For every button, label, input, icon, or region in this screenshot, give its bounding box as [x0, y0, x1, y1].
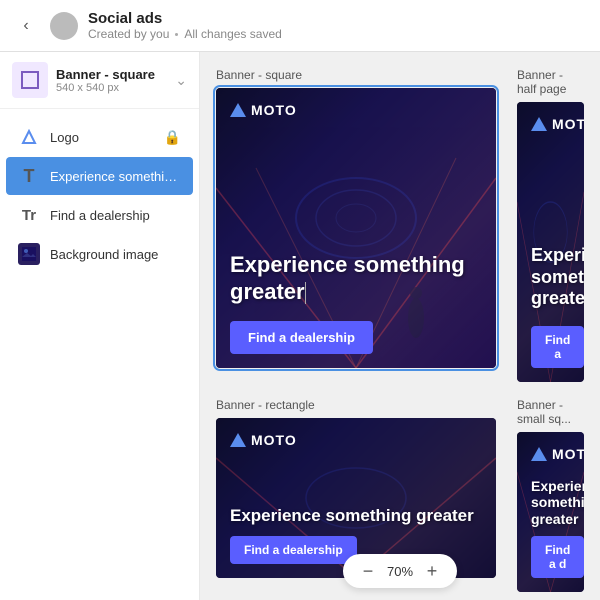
sidebar-label-experience: Experience something...: [50, 169, 181, 184]
chevron-down-icon: ⌄: [175, 72, 187, 89]
banner-label-square: Banner - square: [216, 68, 501, 82]
banner-headline-half: Experiencesomethinggreater: [531, 245, 570, 310]
banner-preview-half[interactable]: MOTO Experiencesomethinggreater Find a: [517, 102, 584, 382]
zoom-level: 70%: [387, 564, 413, 579]
banner-headline-square[interactable]: Experience something greater: [230, 252, 482, 305]
moto-text-rect: MOTO: [251, 432, 297, 448]
lock-icon: 🔒: [164, 129, 181, 146]
page-title: Social ads: [88, 10, 282, 27]
sidebar-item-background[interactable]: Background image: [6, 235, 193, 273]
banner-card-small: Banner - small sq... MOTO: [517, 398, 584, 592]
format-size: 540 x 540 px: [56, 82, 167, 94]
sidebar-label-bg: Background image: [50, 247, 181, 262]
moto-text: MOTO: [251, 102, 297, 118]
page-subtitle: Created by you All changes saved: [88, 27, 282, 41]
canvas-area: Banner - square: [200, 52, 600, 600]
find-dealership-button-small[interactable]: Find a d: [531, 536, 584, 578]
top-bar: ‹ Social ads Created by you All changes …: [0, 0, 600, 52]
banner-headline-rect: Experience something greater: [230, 506, 482, 526]
zoom-bar: − 70% +: [343, 554, 457, 588]
sidebar-label-find: Find a dealership: [50, 208, 181, 223]
moto-triangle-icon-rect: [230, 433, 246, 447]
banner-card-square: Banner - square: [216, 68, 501, 382]
sidebar-item-logo[interactable]: Logo 🔒: [6, 118, 193, 156]
moto-logo-small: MOTO: [531, 446, 570, 462]
text-large-icon: T: [18, 165, 40, 187]
banner-label-small: Banner - small sq...: [517, 398, 584, 426]
text-small-icon: Tr: [18, 204, 40, 226]
sidebar-item-experience[interactable]: T Experience something...: [6, 157, 193, 195]
format-thumbnail: [12, 62, 48, 98]
banner-preview-small[interactable]: MOTO Experience something greater Find a…: [517, 432, 584, 592]
sidebar-item-find[interactable]: Tr Find a dealership: [6, 196, 193, 234]
top-bar-titles: Social ads Created by you All changes sa…: [88, 10, 282, 41]
banner-label-rect: Banner - rectangle: [216, 398, 501, 412]
logo-icon: [18, 126, 40, 148]
find-dealership-button-rect[interactable]: Find a dealership: [230, 536, 357, 564]
banner-preview-square[interactable]: MOTO Experience something greater Find a…: [216, 88, 496, 368]
banner-headline-small: Experience something greater: [531, 478, 570, 528]
moto-triangle-icon: [230, 103, 246, 117]
back-button[interactable]: ‹: [12, 12, 40, 40]
moto-text-half: MOTO: [552, 116, 584, 132]
canvas-wrapper: Banner - square: [200, 52, 600, 600]
moto-logo-half: MOTO: [531, 116, 570, 132]
banner-content-small: MOTO Experience something greater Find a…: [517, 432, 584, 592]
text-cursor: [305, 282, 306, 304]
avatar: [50, 12, 78, 40]
image-icon: [18, 243, 40, 265]
banner-label-half: Banner - half page: [517, 68, 584, 96]
sidebar: Banner - square 540 x 540 px ⌄ Logo 🔒: [0, 52, 200, 600]
find-dealership-button-half[interactable]: Find a: [531, 326, 584, 368]
format-info: Banner - square 540 x 540 px: [56, 67, 167, 94]
sidebar-label-logo: Logo: [50, 130, 154, 145]
moto-triangle-icon-half: [531, 117, 547, 131]
find-dealership-button-square[interactable]: Find a dealership: [230, 321, 373, 354]
zoom-out-button[interactable]: −: [357, 560, 379, 582]
layers-section: Logo 🔒 T Experience something... Tr Find…: [0, 109, 199, 282]
dot-separator: [175, 33, 178, 36]
moto-text-small: MOTO: [552, 446, 584, 462]
format-name: Banner - square: [56, 67, 167, 82]
banner-content-square: MOTO Experience something greater Find a…: [216, 88, 496, 368]
moto-logo: MOTO: [230, 102, 482, 118]
moto-triangle-icon-small: [531, 447, 547, 461]
format-selector[interactable]: Banner - square 540 x 540 px ⌄: [0, 52, 199, 109]
moto-logo-rect: MOTO: [230, 432, 482, 448]
main-layout: Banner - square 540 x 540 px ⌄ Logo 🔒: [0, 52, 600, 600]
zoom-in-button[interactable]: +: [421, 560, 443, 582]
banner-card-half: Banner - half page MOTO: [517, 68, 584, 382]
banner-content-half: MOTO Experiencesomethinggreater Find a: [517, 102, 584, 382]
